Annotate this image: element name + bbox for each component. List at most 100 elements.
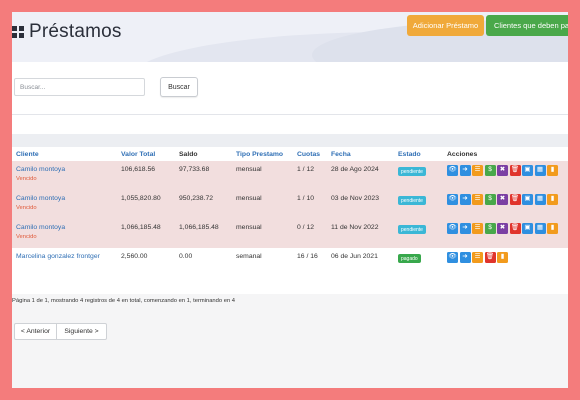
list-icon: ☰ bbox=[474, 166, 481, 174]
arrow-right-button[interactable]: ➜ bbox=[459, 223, 471, 234]
clients-due-button[interactable]: Clientes que deben pagar bbox=[486, 15, 568, 36]
briefcase-icon: ▣ bbox=[524, 195, 531, 203]
arrow-right-button[interactable]: ➜ bbox=[459, 194, 471, 205]
file-button[interactable]: ▮ bbox=[497, 252, 508, 263]
table-row: Camilo montoya Vencido 1,066,185.48 1,066,1… bbox=[12, 219, 568, 248]
client-link[interactable]: Marcelina gonzalez frontger bbox=[16, 253, 121, 260]
briefcase-icon: ▣ bbox=[524, 224, 531, 232]
arrow-right-button[interactable]: ➜ bbox=[459, 165, 471, 176]
client-link[interactable]: Camilo montoya bbox=[16, 224, 121, 231]
action-buttons: 👁 ➜ ☰ $ ✖ 🗑 ▣ ▦ ▮ bbox=[447, 223, 568, 234]
dollar-button[interactable]: $ bbox=[484, 165, 496, 176]
dollar-icon: $ bbox=[488, 166, 492, 174]
column-header-saldo: Saldo bbox=[179, 150, 198, 158]
client-link[interactable]: Camilo montoya bbox=[16, 166, 121, 173]
grid-icon bbox=[12, 26, 24, 38]
next-page-button[interactable]: Siguiente > bbox=[57, 323, 107, 340]
trash-button[interactable]: 🗑 bbox=[509, 194, 521, 205]
calendar-icon: ▦ bbox=[536, 195, 544, 203]
eye-icon: 👁 bbox=[448, 224, 457, 232]
divider bbox=[12, 114, 568, 115]
table-row: Camilo montoya Vencido 106,618.56 97,733.68… bbox=[12, 161, 568, 190]
cell-saldo: 950,238.72 bbox=[179, 190, 236, 219]
calendar-button[interactable]: ▦ bbox=[534, 194, 546, 205]
search-button[interactable]: Buscar bbox=[160, 77, 198, 97]
arrow-right-icon: ➜ bbox=[462, 195, 468, 203]
arrow-right-icon: ➜ bbox=[462, 166, 468, 174]
file-button[interactable]: ▮ bbox=[547, 165, 558, 176]
calendar-button[interactable]: ▦ bbox=[534, 223, 546, 234]
cell-valor-total: 1,066,185.48 bbox=[121, 219, 179, 248]
column-header-valor-total[interactable]: Valor Total bbox=[121, 147, 179, 161]
file-button[interactable]: ▮ bbox=[547, 194, 558, 205]
eye-button[interactable]: 👁 bbox=[447, 252, 458, 263]
briefcase-button[interactable]: ▣ bbox=[522, 194, 533, 205]
list-button[interactable]: ☰ bbox=[472, 252, 483, 263]
file-icon: ▮ bbox=[550, 166, 555, 174]
action-buttons: 👁 ➜ ☰ $ ✖ 🗑 ▣ ▦ ▮ bbox=[447, 165, 568, 176]
briefcase-button[interactable]: ▣ bbox=[522, 165, 533, 176]
search-input[interactable] bbox=[14, 78, 145, 96]
column-header-cliente[interactable]: Cliente bbox=[12, 147, 121, 161]
close-button[interactable]: ✖ bbox=[497, 223, 508, 234]
briefcase-icon: ▣ bbox=[524, 166, 531, 174]
calendar-icon: ▦ bbox=[536, 224, 544, 232]
pagination: < Anterior Siguiente > bbox=[14, 323, 107, 340]
cell-cliente: Marcelina gonzalez frontger bbox=[12, 248, 121, 277]
close-button[interactable]: ✖ bbox=[497, 194, 508, 205]
eye-button[interactable]: 👁 bbox=[447, 223, 458, 234]
cell-estado: pendiente bbox=[398, 190, 447, 219]
cell-cliente: Camilo montoya Vencido bbox=[12, 161, 121, 190]
list-button[interactable]: ☰ bbox=[472, 165, 483, 176]
cell-cliente: Camilo montoya Vencido bbox=[12, 219, 121, 248]
cell-tipo: semanal bbox=[236, 253, 262, 260]
arrow-right-icon: ➜ bbox=[462, 253, 468, 261]
dollar-button[interactable]: $ bbox=[484, 194, 496, 205]
arrow-right-button[interactable]: ➜ bbox=[459, 252, 471, 263]
column-header-fecha[interactable]: Fecha bbox=[331, 147, 398, 161]
cell-cliente: Camilo montoya Vencido bbox=[12, 190, 121, 219]
trash-icon: 🗑 bbox=[510, 224, 520, 232]
list-button[interactable]: ☰ bbox=[472, 223, 483, 234]
previous-page-button[interactable]: < Anterior bbox=[14, 323, 57, 340]
eye-button[interactable]: 👁 bbox=[447, 194, 458, 205]
column-header-cuotas[interactable]: Cuotas bbox=[297, 147, 331, 161]
client-link[interactable]: Camilo montoya bbox=[16, 195, 121, 202]
trash-button[interactable]: 🗑 bbox=[509, 165, 521, 176]
list-icon: ☰ bbox=[474, 253, 481, 261]
cell-fecha: 11 de Nov 2022 bbox=[331, 219, 398, 248]
file-icon: ▮ bbox=[550, 195, 555, 203]
list-button[interactable]: ☰ bbox=[472, 194, 483, 205]
eye-button[interactable]: 👁 bbox=[447, 165, 458, 176]
trash-button[interactable]: 🗑 bbox=[509, 223, 521, 234]
cell-cuotas: 1 / 10 bbox=[297, 190, 331, 219]
page-header: Préstamos Adicionar Préstamo Clientes qu… bbox=[12, 12, 568, 62]
column-header-estado[interactable]: Estado bbox=[398, 147, 447, 161]
dollar-button[interactable]: $ bbox=[484, 223, 496, 234]
dollar-icon: $ bbox=[488, 224, 492, 232]
briefcase-button[interactable]: ▣ bbox=[522, 223, 533, 234]
eye-icon: 👁 bbox=[448, 253, 457, 261]
action-buttons: 👁 ➜ ☰ 🗑 ▮ bbox=[447, 252, 568, 263]
cell-acciones: 👁 ➜ ☰ $ ✖ 🗑 ▣ ▦ ▮ bbox=[447, 219, 568, 248]
cell-fecha: 03 de Nov 2023 bbox=[331, 190, 398, 219]
table-row: Camilo montoya Vencido 1,055,820.80 950,238… bbox=[12, 190, 568, 219]
cell-valor-total: 2,560.00 bbox=[121, 253, 148, 260]
status-badge: pagado bbox=[398, 254, 421, 263]
pagination-info: Página 1 de 1, mostrando 4 registros de … bbox=[12, 298, 236, 304]
file-icon: ▮ bbox=[500, 253, 505, 261]
table-header-row: Cliente Valor Total Saldo Tipo Prestamo … bbox=[12, 147, 568, 161]
close-button[interactable]: ✖ bbox=[497, 165, 508, 176]
column-header-tipo-prestamo[interactable]: Tipo Prestamo bbox=[236, 147, 297, 161]
loans-table: Cliente Valor Total Saldo Tipo Prestamo … bbox=[12, 147, 568, 277]
action-buttons: 👁 ➜ ☰ $ ✖ 🗑 ▣ ▦ ▮ bbox=[447, 194, 568, 205]
file-button[interactable]: ▮ bbox=[547, 223, 558, 234]
cell-valor-total: 106,618.56 bbox=[121, 161, 179, 190]
calendar-button[interactable]: ▦ bbox=[534, 165, 546, 176]
app-window: Préstamos Adicionar Préstamo Clientes qu… bbox=[12, 12, 568, 388]
status-badge: pendiente bbox=[398, 196, 426, 205]
add-loan-button[interactable]: Adicionar Préstamo bbox=[407, 15, 484, 36]
cell-acciones: 👁 ➜ ☰ $ ✖ 🗑 ▣ ▦ ▮ bbox=[447, 190, 568, 219]
trash-button[interactable]: 🗑 bbox=[484, 252, 496, 263]
list-icon: ☰ bbox=[474, 195, 481, 203]
